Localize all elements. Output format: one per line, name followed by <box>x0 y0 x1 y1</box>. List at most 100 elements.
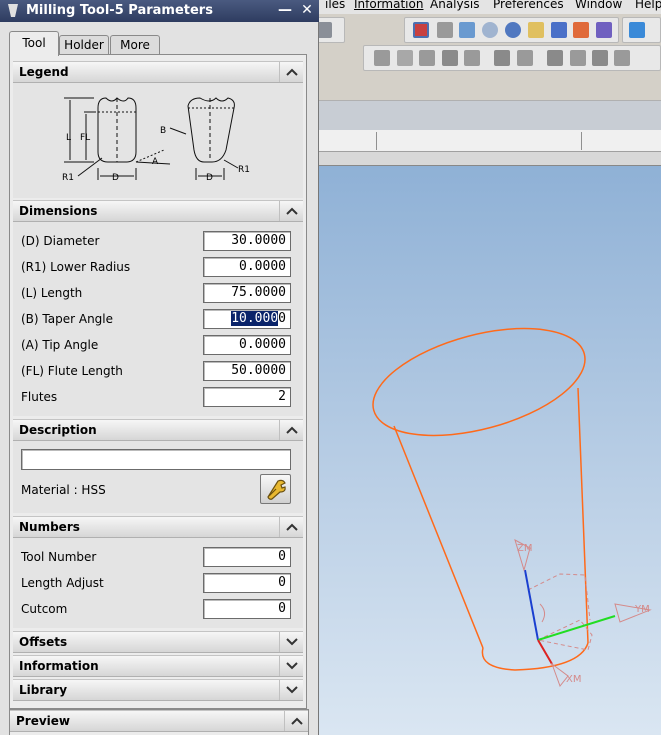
menu-analysis[interactable]: Analysis <box>430 0 479 10</box>
taper-angle-field[interactable]: 10.0000 <box>203 309 291 329</box>
refresh-icon[interactable] <box>528 22 544 38</box>
tab-tool[interactable]: Tool <box>9 31 59 56</box>
shading-toolbar <box>622 17 661 43</box>
axis-label-zm: ZM <box>517 543 532 554</box>
tool-b-icon[interactable] <box>397 50 413 66</box>
description-input[interactable] <box>21 449 291 470</box>
chevron-down-icon[interactable] <box>279 680 303 700</box>
pan-icon[interactable] <box>551 22 567 38</box>
legend-section-header[interactable]: Legend <box>13 61 303 83</box>
lower-radius-field[interactable]: 0.0000 <box>203 257 291 277</box>
material-select-button[interactable] <box>260 474 291 504</box>
cutcom-label: Cutcom <box>21 602 68 616</box>
taper-angle-selected-text: 10.000 <box>231 311 279 326</box>
orient-icon[interactable] <box>573 22 589 38</box>
chevron-down-icon[interactable] <box>279 632 303 652</box>
legend-label-r1-left: R1 <box>62 173 74 183</box>
length-adjust-field[interactable]: 0 <box>203 573 291 593</box>
description-section-title: Description <box>19 423 97 437</box>
tool-d-icon[interactable] <box>442 50 458 66</box>
length-field[interactable]: 75.0000 <box>203 283 291 303</box>
information-section-header[interactable]: Information <box>13 655 303 677</box>
analysis-toolbar <box>363 45 661 71</box>
flutes-label: Flutes <box>21 390 58 404</box>
tool-preview-graphic: ZM YM XM <box>372 327 652 688</box>
zoom-window-icon[interactable] <box>459 22 475 38</box>
legend-label-a: A <box>152 157 159 167</box>
menu-preferences[interactable]: Preferences <box>493 0 564 10</box>
tip-angle-field[interactable]: 0.0000 <box>203 335 291 355</box>
menu-information[interactable]: Information <box>354 0 423 10</box>
layer-icon[interactable] <box>596 22 612 38</box>
description-section-header[interactable]: Description <box>13 419 303 441</box>
tool-e-icon[interactable] <box>464 50 480 66</box>
tool-f-icon[interactable] <box>494 50 510 66</box>
minimize-button[interactable]: — <box>276 2 294 20</box>
lower-radius-label: (R1) Lower Radius <box>21 260 131 274</box>
length-label: (L) Length <box>21 286 83 300</box>
flutes-field[interactable]: 2 <box>203 387 291 407</box>
menu-help[interactable]: Help <box>635 0 661 10</box>
library-section-title: Library <box>19 683 68 697</box>
chevron-down-icon[interactable] <box>279 656 303 676</box>
chevron-up-icon[interactable] <box>279 420 303 440</box>
status-divider <box>581 132 582 150</box>
tool-g-icon[interactable] <box>517 50 533 66</box>
render-style-icon[interactable] <box>437 22 453 38</box>
tool-c-icon[interactable] <box>419 50 435 66</box>
menu-files[interactable]: iles <box>325 0 345 10</box>
chevron-up-icon[interactable] <box>279 201 303 221</box>
offsets-section-header[interactable]: Offsets <box>13 631 303 653</box>
tool-i-icon[interactable] <box>570 50 586 66</box>
tool-left-edge <box>393 425 484 649</box>
tool-number-field[interactable]: 0 <box>203 547 291 567</box>
fit-view-icon[interactable] <box>413 22 429 38</box>
diameter-label: (D) Diameter <box>21 234 100 248</box>
graphics-viewport[interactable]: ZM YM XM <box>318 166 661 735</box>
milling-tool-parameters-dialog: Milling Tool-5 Parameters — ✕ Tool Holde… <box>0 0 319 735</box>
tool-a-icon[interactable] <box>374 50 390 66</box>
axis-label-xm: XM <box>566 674 581 685</box>
legend-label-l: L <box>66 133 71 143</box>
length-adjust-label: Length Adjust <box>21 576 104 590</box>
tab-more[interactable]: More <box>110 35 160 56</box>
chevron-up-icon[interactable] <box>279 517 303 537</box>
triad-box <box>527 573 591 621</box>
status-divider <box>376 132 377 150</box>
tool-j-icon[interactable] <box>592 50 608 66</box>
dialog-title-bar[interactable]: Milling Tool-5 Parameters — ✕ <box>0 0 319 22</box>
legend-label-b: B <box>160 126 166 136</box>
dimensions-section-header[interactable]: Dimensions <box>13 200 303 222</box>
numbers-section-title: Numbers <box>19 520 80 534</box>
graphics-window-header <box>318 152 661 166</box>
menu-bar: iles Information Analysis Preferences Wi… <box>305 0 661 14</box>
tool-k-icon[interactable] <box>614 50 630 66</box>
status-strip <box>318 130 661 152</box>
dialog-title: Milling Tool-5 Parameters <box>26 3 213 18</box>
diameter-field[interactable]: 30.0000 <box>203 231 291 251</box>
flute-length-field[interactable]: 50.0000 <box>203 361 291 381</box>
triad-plane <box>536 619 593 651</box>
cutcom-field[interactable]: 0 <box>203 599 291 619</box>
chevron-up-icon[interactable] <box>284 711 308 731</box>
chevron-up-icon[interactable] <box>279 62 303 82</box>
close-button[interactable]: ✕ <box>298 2 316 20</box>
y-axis-line <box>537 615 616 641</box>
dimensions-section-title: Dimensions <box>19 204 98 218</box>
toolbar-dock-area <box>318 100 661 130</box>
numbers-section-header[interactable]: Numbers <box>13 516 303 538</box>
legend-label-d-right: D <box>206 173 213 183</box>
tool-h-icon[interactable] <box>547 50 563 66</box>
legend-label-d-left: D <box>112 173 119 183</box>
taper-angle-rest-text: 0 <box>278 311 286 326</box>
shaded-cube-icon[interactable] <box>629 22 645 38</box>
rotate-icon[interactable] <box>505 22 521 38</box>
preview-section-title: Preview <box>16 714 71 728</box>
tool-bottom-arc <box>481 642 589 671</box>
zoom-icon[interactable] <box>482 22 498 38</box>
tab-holder[interactable]: Holder <box>59 35 109 56</box>
library-section-header[interactable]: Library <box>13 679 303 701</box>
menu-window[interactable]: Window <box>575 0 622 10</box>
axis-label-ym: YM <box>634 604 650 615</box>
preview-section-header[interactable]: Preview <box>10 710 308 732</box>
